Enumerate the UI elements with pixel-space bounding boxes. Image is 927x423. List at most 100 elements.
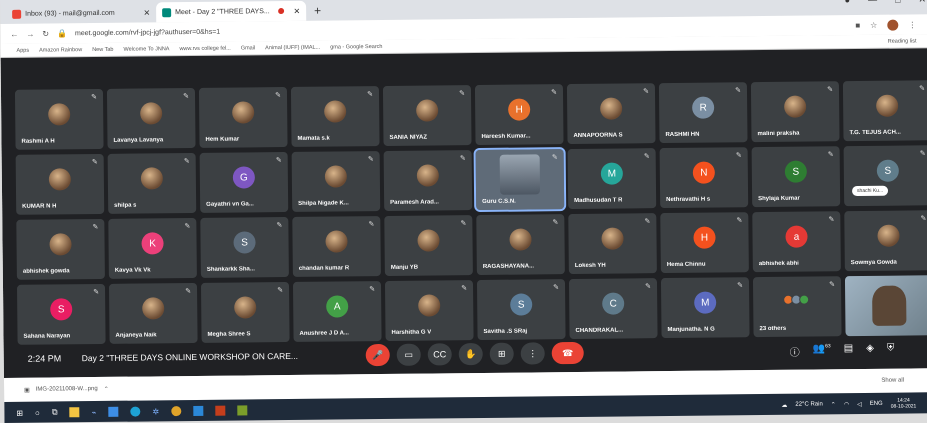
participant-tile[interactable]: C ✎ CHANDRAKAL... bbox=[568, 278, 658, 340]
star-icon[interactable]: ☆ bbox=[870, 20, 877, 29]
participant-tile[interactable]: S ✎ Savitha .S SRaj bbox=[476, 279, 566, 341]
participant-tile[interactable]: ✎ Manju YB bbox=[384, 215, 473, 276]
search-icon[interactable]: ○ bbox=[35, 408, 40, 417]
participant-tile[interactable]: ✎ Lokesh YH bbox=[568, 213, 657, 275]
participant-tile[interactable]: ✎ Anjaneya Naik bbox=[108, 282, 198, 344]
participant-tile[interactable]: ✎ Harshitha G V bbox=[384, 280, 474, 341]
participant-tile[interactable]: R ✎ RASHMI HN bbox=[658, 82, 748, 144]
participant-tile[interactable]: H ✎ Hema Chinnu bbox=[660, 212, 749, 274]
reading-list[interactable]: Reading list bbox=[888, 38, 917, 44]
participant-tile[interactable]: ✎ Sowmya Gowda bbox=[844, 210, 927, 272]
participant-tile[interactable]: ✎ RAGASHAYANA... bbox=[476, 214, 565, 276]
participant-tile[interactable]: S ✎ shachi Ku... bbox=[843, 145, 927, 207]
participant-tile[interactable]: ✎ Shilpa Nigade K... bbox=[291, 151, 381, 212]
file-explorer-icon[interactable] bbox=[69, 407, 80, 418]
camera-icon[interactable]: ▭ bbox=[396, 343, 421, 366]
participant-tile[interactable]: S ✎ Sahana Narayan bbox=[16, 283, 106, 345]
download-file[interactable]: IMG-20211008-W...png bbox=[36, 386, 98, 393]
participant-tile[interactable]: S ✎ Shylaja Kumar bbox=[751, 146, 841, 208]
store-icon[interactable] bbox=[108, 406, 119, 417]
participant-tile[interactable]: ✎ Paramesh Arad... bbox=[383, 150, 473, 211]
wifi-icon[interactable]: ◠ bbox=[844, 401, 849, 408]
bookmark-item[interactable]: Gmail bbox=[241, 45, 255, 51]
app-icon[interactable] bbox=[215, 405, 226, 416]
chrome-icon[interactable] bbox=[171, 406, 182, 417]
participant-tile[interactable]: G ✎ Gayathri vn Ga... bbox=[199, 151, 289, 213]
participant-tile[interactable]: K ✎ Kavya Vk Vk bbox=[108, 217, 197, 279]
chevron-up-icon[interactable]: ⌃ bbox=[104, 385, 109, 392]
participant-tile[interactable]: ✎ malini praksha bbox=[750, 81, 840, 143]
participant-tile[interactable]: ✎ SANIA NIYAZ bbox=[382, 85, 472, 146]
participant-tile[interactable]: M ✎ Manjunatha. N G bbox=[660, 277, 750, 339]
participant-tile[interactable]: ✎ ANNAPOORNA S bbox=[566, 83, 656, 145]
chat-icon[interactable]: ▤ bbox=[844, 343, 854, 358]
app-icon[interactable]: ⌁ bbox=[92, 408, 97, 417]
participant-tile[interactable] bbox=[844, 275, 927, 337]
participant-tile[interactable]: S ✎ Shankarkk Sha... bbox=[200, 216, 289, 278]
present-icon[interactable]: ⊞ bbox=[489, 342, 514, 365]
participant-tile[interactable]: M ✎ Madhusudan T R bbox=[567, 148, 657, 210]
participant-tile[interactable]: ✎ T.G. TEJUS ACH... bbox=[842, 80, 927, 142]
tab-meet[interactable]: Meet - Day 2 "THREE DAYS... ✕ bbox=[156, 0, 307, 23]
participant-tile[interactable]: ✎ Mamata s.k bbox=[290, 86, 380, 147]
url-input[interactable]: meet.google.com/rvf-jpcj-jgf?authuser=0&… bbox=[75, 28, 220, 37]
bookmark-item[interactable]: Welcome To JNNA bbox=[123, 46, 169, 52]
participant-tile[interactable]: ✎ Megha Shree S bbox=[200, 281, 290, 343]
participant-tile[interactable]: N ✎ Nethravathi H s bbox=[659, 147, 749, 209]
captions-icon[interactable]: CC bbox=[427, 343, 452, 366]
chevron-up-icon[interactable]: ⌃ bbox=[831, 401, 836, 408]
show-all-link[interactable]: Show all bbox=[881, 378, 904, 384]
bookmark-item[interactable]: gma - Google Search bbox=[330, 43, 382, 50]
info-icon[interactable]: ⓘ bbox=[790, 343, 800, 358]
bookmark-item[interactable]: Animal (IUFF) (IMAL... bbox=[265, 44, 320, 51]
app-icon[interactable] bbox=[237, 405, 248, 416]
back-icon[interactable]: ← bbox=[10, 29, 18, 38]
participant-tile[interactable]: H ✎ Hareesh Kumar... bbox=[474, 84, 564, 146]
participant-tile[interactable]: ✎ Rashmi A H bbox=[14, 88, 104, 150]
people-icon[interactable]: 👥63 bbox=[813, 343, 831, 358]
maximize-icon[interactable]: □ bbox=[895, 0, 901, 6]
bookmark-item[interactable]: Amazon Rainbow bbox=[39, 47, 82, 53]
language-indicator[interactable]: ENG bbox=[870, 401, 883, 407]
participant-tile[interactable]: ✎ Lavanya Lavanya bbox=[106, 87, 196, 149]
activities-icon[interactable]: ◈ bbox=[866, 342, 874, 357]
tab-gmail[interactable]: Inbox (93) - mail@gmail.com ✕ bbox=[6, 2, 156, 24]
participant-tile[interactable]: ✎ chandan kumar R bbox=[292, 216, 381, 277]
end-call-button[interactable]: ☎ bbox=[551, 341, 584, 365]
participant-tile[interactable]: a ✎ abhishek abhi bbox=[752, 211, 841, 273]
weather-icon[interactable]: ☁ bbox=[781, 401, 787, 408]
participant-tile[interactable]: ✎ KUMAR N H bbox=[15, 153, 105, 215]
close-icon[interactable]: ✕ bbox=[293, 6, 300, 15]
participant-tile[interactable]: ✎ Hem Kumar bbox=[198, 87, 288, 148]
close-window-icon[interactable]: ✕ bbox=[918, 0, 926, 5]
host-controls-icon[interactable]: ⛨ bbox=[887, 342, 895, 357]
bookmark-item[interactable]: www.rvs college fel... bbox=[179, 45, 230, 52]
volume-icon[interactable]: ◁ bbox=[857, 400, 862, 407]
participant-tile[interactable]: ✎ Guru C.S.N. bbox=[473, 147, 567, 213]
participant-tile[interactable]: ✎ shilpa s bbox=[107, 152, 197, 214]
edge-icon[interactable] bbox=[130, 406, 141, 417]
more-options-icon[interactable]: ⋮ bbox=[520, 342, 545, 365]
windows-start-icon[interactable]: ⊞ bbox=[16, 408, 23, 417]
participant-tile[interactable]: ✎ 23 others bbox=[752, 276, 842, 338]
minimize-icon[interactable]: — bbox=[868, 0, 877, 6]
profile-dot-icon[interactable]: ● bbox=[845, 0, 851, 6]
close-icon[interactable]: ✕ bbox=[143, 8, 150, 17]
camera-indicator-icon[interactable]: ■ bbox=[855, 20, 860, 29]
clock[interactable]: 14:24 08-10-2021 bbox=[891, 397, 917, 409]
menu-icon[interactable]: ⋮ bbox=[908, 20, 916, 29]
participant-tile[interactable]: ✎ abhishek gowda bbox=[16, 218, 105, 280]
forward-icon[interactable]: → bbox=[26, 29, 34, 38]
app-icon[interactable]: ✲ bbox=[152, 407, 159, 416]
bookmark-item[interactable]: New Tab bbox=[92, 46, 113, 52]
avatar[interactable] bbox=[887, 19, 899, 31]
app-icon[interactable] bbox=[193, 405, 204, 417]
bookmark-item[interactable]: Apps bbox=[16, 47, 29, 53]
raise-hand-icon[interactable]: ✋ bbox=[458, 342, 483, 366]
new-tab-button[interactable]: + bbox=[306, 1, 329, 21]
reload-icon[interactable]: ↻ bbox=[42, 29, 49, 38]
weather-text[interactable]: 22°C Rain bbox=[795, 401, 822, 407]
task-view-icon[interactable]: ⧉ bbox=[52, 407, 58, 417]
participant-tile[interactable]: A ✎ Anushree J D A... bbox=[292, 281, 382, 342]
mic-off-icon[interactable]: 🎤 bbox=[365, 343, 390, 367]
